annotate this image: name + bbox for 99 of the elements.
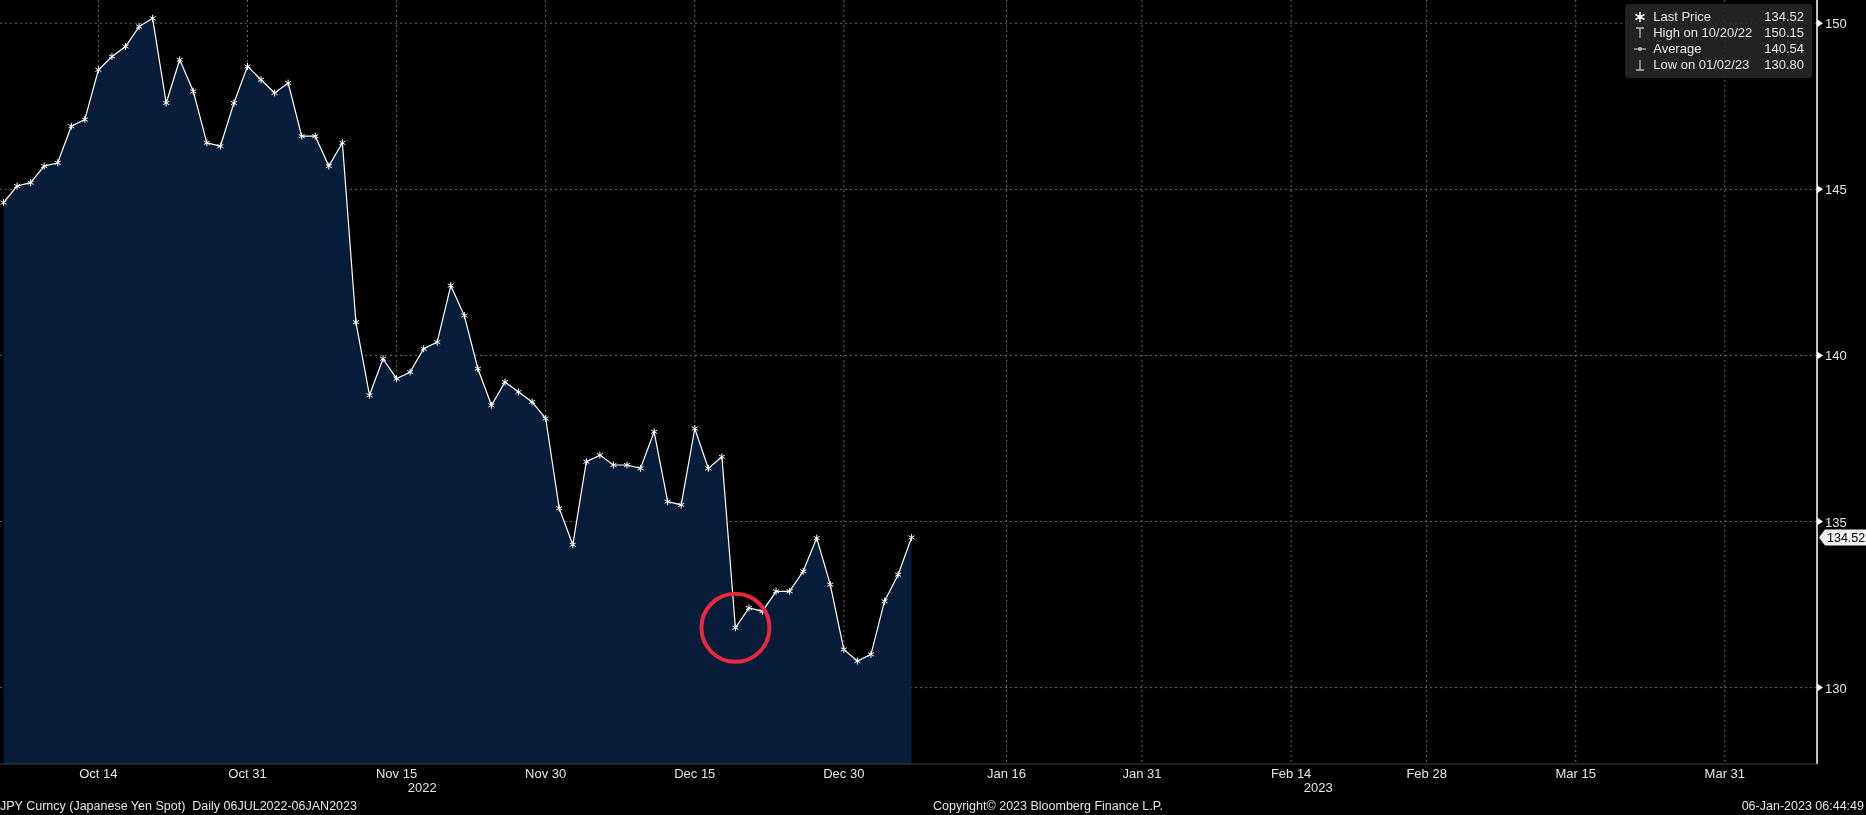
data-point bbox=[786, 587, 794, 596]
data-point bbox=[799, 567, 807, 576]
x-tick-label: Nov 15 bbox=[376, 766, 418, 781]
data-point bbox=[284, 79, 292, 88]
x-tick-label: Jan 31 bbox=[1122, 766, 1162, 781]
data-point bbox=[881, 597, 888, 606]
data-point bbox=[325, 162, 333, 171]
data-point bbox=[813, 534, 821, 543]
data-point bbox=[637, 464, 645, 473]
data-point bbox=[203, 138, 211, 147]
y-tick-label: 140 bbox=[1825, 348, 1847, 364]
data-point bbox=[149, 14, 157, 23]
data-point bbox=[894, 570, 902, 579]
copyright-text: Copyright© 2023 Bloomberg Finance L.P. bbox=[933, 798, 1163, 813]
data-point bbox=[393, 374, 401, 383]
data-point bbox=[596, 451, 604, 460]
data-point bbox=[623, 461, 631, 470]
legend-value: 134.52 bbox=[1763, 9, 1804, 25]
data-point bbox=[420, 344, 428, 353]
data-point bbox=[433, 338, 441, 347]
legend-label: Low on 01/02/23 bbox=[1653, 57, 1751, 73]
data-point bbox=[772, 587, 780, 596]
x-tick-label: Dec 15 bbox=[674, 766, 716, 781]
data-point bbox=[230, 98, 238, 107]
data-point bbox=[664, 497, 672, 506]
data-point bbox=[826, 580, 834, 589]
x-tick-label: Nov 30 bbox=[525, 766, 567, 781]
data-point bbox=[731, 623, 739, 632]
data-point bbox=[94, 65, 102, 74]
data-point bbox=[135, 22, 143, 31]
x-tick-label: Mar 15 bbox=[1555, 766, 1596, 781]
data-point bbox=[718, 452, 726, 461]
x-tick-label: Mar 31 bbox=[1704, 766, 1746, 781]
y-tick-label: 135 bbox=[1825, 514, 1847, 530]
data-point bbox=[474, 364, 482, 373]
data-point bbox=[501, 378, 509, 386]
y-tick-label: 145 bbox=[1825, 182, 1847, 198]
data-point bbox=[908, 533, 916, 542]
year-label: 2023 bbox=[1303, 780, 1333, 795]
data-point bbox=[108, 52, 116, 61]
data-point bbox=[515, 387, 523, 396]
data-point bbox=[569, 540, 577, 549]
legend-label: High on 10/20/22 bbox=[1653, 25, 1753, 41]
security-description: JPY Curncy (Japanese Yen Spot) Daily 06JUL2022-06JAN2023 bbox=[0, 798, 358, 813]
data-point bbox=[216, 142, 224, 151]
data-point bbox=[54, 158, 62, 167]
data-point bbox=[27, 178, 35, 187]
data-point bbox=[365, 391, 373, 400]
data-point bbox=[311, 132, 319, 141]
data-point bbox=[840, 645, 848, 654]
data-point bbox=[528, 397, 536, 406]
data-point bbox=[352, 318, 360, 327]
data-point bbox=[271, 89, 279, 97]
y-tick-label: 150 bbox=[1825, 16, 1847, 32]
data-point bbox=[81, 115, 89, 124]
data-point bbox=[745, 603, 753, 612]
data-point bbox=[40, 162, 48, 171]
data-point bbox=[759, 607, 767, 616]
year-label: 2022 bbox=[407, 780, 437, 795]
data-point bbox=[13, 182, 21, 190]
data-point bbox=[122, 42, 129, 51]
x-tick-label: Dec 30 bbox=[823, 766, 865, 781]
legend-label: Average bbox=[1653, 41, 1703, 57]
x-tick-label: Oct 31 bbox=[228, 766, 267, 781]
data-point bbox=[704, 464, 712, 473]
data-point bbox=[189, 87, 197, 96]
data-point bbox=[677, 500, 685, 509]
data-point bbox=[162, 98, 170, 107]
data-point bbox=[460, 311, 468, 320]
data-point bbox=[298, 132, 306, 141]
y-tick-label: 130 bbox=[1825, 680, 1847, 696]
x-tick-label: Feb 14 bbox=[1270, 766, 1312, 781]
legend-value: 130.80 bbox=[1763, 57, 1804, 73]
data-point bbox=[609, 461, 617, 470]
data-point bbox=[582, 457, 590, 466]
data-point bbox=[0, 198, 7, 207]
data-point bbox=[176, 55, 184, 64]
data-point bbox=[487, 401, 495, 410]
legend-value: 150.15 bbox=[1763, 25, 1804, 41]
data-point bbox=[691, 424, 699, 433]
x-tick-label: Oct 14 bbox=[79, 766, 118, 781]
data-point bbox=[338, 138, 346, 147]
data-point bbox=[379, 354, 387, 363]
data-point bbox=[542, 414, 550, 423]
x-tick-label: Jan 16 bbox=[986, 766, 1026, 781]
data-point bbox=[406, 368, 414, 377]
data-point bbox=[555, 504, 563, 513]
data-point bbox=[244, 62, 251, 71]
data-point bbox=[650, 427, 658, 436]
legend-value: 140.54 bbox=[1763, 41, 1804, 57]
timestamp: 06-Jan-2023 06:44:49 bbox=[1741, 798, 1865, 813]
x-tick-label: Feb 28 bbox=[1406, 766, 1447, 781]
data-point bbox=[853, 657, 861, 666]
data-point bbox=[67, 122, 75, 131]
data-point bbox=[867, 650, 875, 659]
data-point bbox=[257, 75, 265, 84]
last-price-tag: 134.52 bbox=[1819, 529, 1866, 546]
legend-label: Last Price bbox=[1653, 9, 1712, 25]
data-point bbox=[447, 281, 455, 290]
